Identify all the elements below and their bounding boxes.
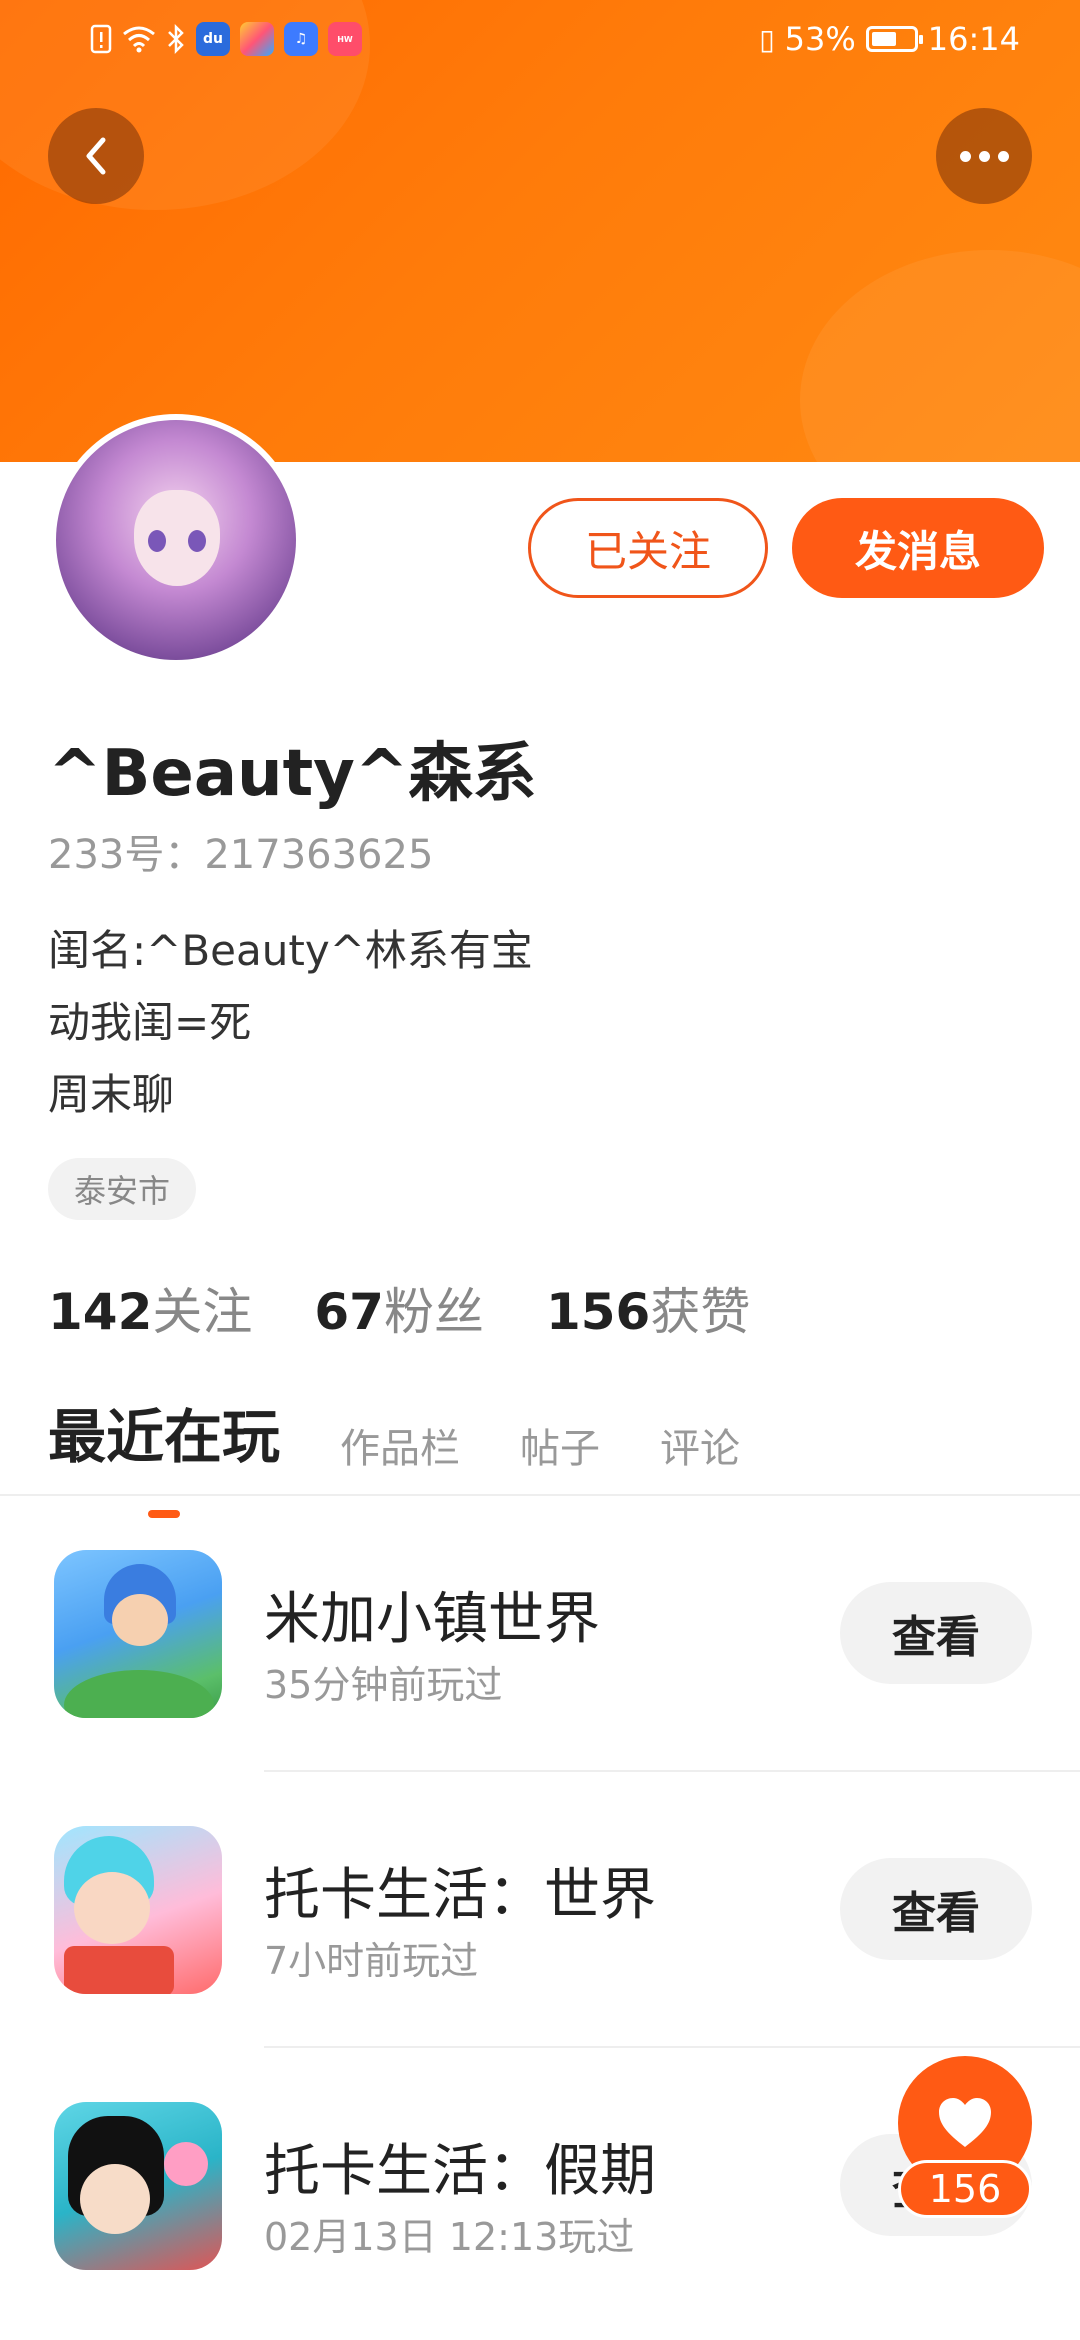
profile-header-banner: du ♫ HW ▯ 53% 16:14 bbox=[0, 0, 1080, 462]
bio-line: 周末聊 bbox=[48, 1070, 175, 1119]
game-title: 托卡生活：世界 bbox=[264, 1863, 656, 1928]
vibrate-icon: ▯ bbox=[759, 22, 775, 56]
status-system-icons: ▯ 53% 16:14 bbox=[759, 20, 1020, 58]
huawei-app-icon: HW bbox=[328, 22, 362, 56]
battery-percent: 53% bbox=[784, 20, 856, 58]
avatar-image bbox=[56, 420, 296, 660]
game-icon bbox=[54, 1826, 222, 1994]
stat-fans[interactable]: 67粉丝 bbox=[314, 1272, 484, 1344]
send-message-button[interactable]: 发消息 bbox=[792, 498, 1044, 598]
more-dots-icon bbox=[959, 150, 1009, 162]
view-button[interactable]: 查看 bbox=[840, 1582, 1032, 1684]
game-icon bbox=[54, 1550, 222, 1718]
tab-comments[interactable]: 评论 bbox=[660, 1416, 740, 1482]
stat-label: 获赞 bbox=[650, 1283, 751, 1341]
status-notification-icons: du ♫ HW bbox=[90, 22, 362, 56]
bio-line: 闺名:^Beauty^林系有宝 bbox=[48, 926, 533, 975]
user-bio: 闺名:^Beauty^林系有宝 动我闺=死 周末聊 bbox=[48, 915, 533, 1131]
stat-value: 156 bbox=[545, 1283, 651, 1341]
status-bar: du ♫ HW ▯ 53% 16:14 bbox=[0, 0, 1080, 84]
sim-alert-icon bbox=[90, 22, 112, 56]
view-button[interactable]: 查看 bbox=[840, 1858, 1032, 1960]
list-item[interactable]: 托卡生活：世界 7小时前玩过 查看 bbox=[0, 1772, 1080, 2048]
music-app-icon: ♫ bbox=[284, 22, 318, 56]
avatar[interactable] bbox=[50, 414, 302, 666]
tab-label: 最近在玩 bbox=[48, 1403, 281, 1471]
stat-likes[interactable]: 156获赞 bbox=[546, 1272, 750, 1344]
game-title: 托卡生活：假期 bbox=[264, 2139, 656, 2204]
back-button[interactable] bbox=[48, 108, 144, 204]
profile-stats: 142关注 67粉丝 156获赞 bbox=[48, 1272, 750, 1344]
game-title: 米加小镇世界 bbox=[264, 1587, 600, 1652]
bio-line: 动我闺=死 bbox=[48, 998, 252, 1047]
chevron-left-icon bbox=[86, 137, 106, 175]
user-name: ^Beauty^森系 bbox=[48, 737, 537, 811]
list-item[interactable]: 米加小镇世界 35分钟前玩过 查看 bbox=[0, 1496, 1080, 1772]
app-notification-icon bbox=[240, 22, 274, 56]
followed-button[interactable]: 已关注 bbox=[528, 498, 768, 598]
game-last-played: 7小时前玩过 bbox=[264, 1939, 479, 1983]
status-time: 16:14 bbox=[927, 20, 1020, 58]
user-id: 233号：217363625 bbox=[48, 832, 434, 878]
game-icon bbox=[54, 2102, 222, 2270]
profile-tabs: 最近在玩 作品栏 帖子 评论 bbox=[48, 1390, 740, 1518]
stat-label: 关注 bbox=[152, 1283, 253, 1341]
stat-value: 142 bbox=[48, 1283, 153, 1341]
tab-posts[interactable]: 帖子 bbox=[520, 1416, 600, 1482]
location-tag: 泰安市 bbox=[48, 1158, 197, 1220]
heart-icon bbox=[939, 2098, 991, 2147]
baidu-app-icon: du bbox=[196, 22, 230, 56]
wifi-icon bbox=[122, 22, 156, 56]
game-last-played: 35分钟前玩过 bbox=[264, 1663, 503, 1707]
tab-works[interactable]: 作品栏 bbox=[340, 1416, 460, 1482]
banner-decoration bbox=[800, 250, 1080, 462]
like-count: 156 bbox=[898, 2160, 1032, 2218]
game-last-played: 02月13日 12:13玩过 bbox=[264, 2215, 635, 2259]
stat-following[interactable]: 142关注 bbox=[48, 1272, 252, 1344]
stat-value: 67 bbox=[314, 1283, 384, 1341]
battery-icon bbox=[865, 26, 923, 52]
stat-label: 粉丝 bbox=[383, 1283, 484, 1341]
more-options-button[interactable] bbox=[936, 108, 1032, 204]
bluetooth-icon bbox=[166, 22, 186, 56]
tab-recently-played[interactable]: 最近在玩 bbox=[48, 1390, 281, 1518]
